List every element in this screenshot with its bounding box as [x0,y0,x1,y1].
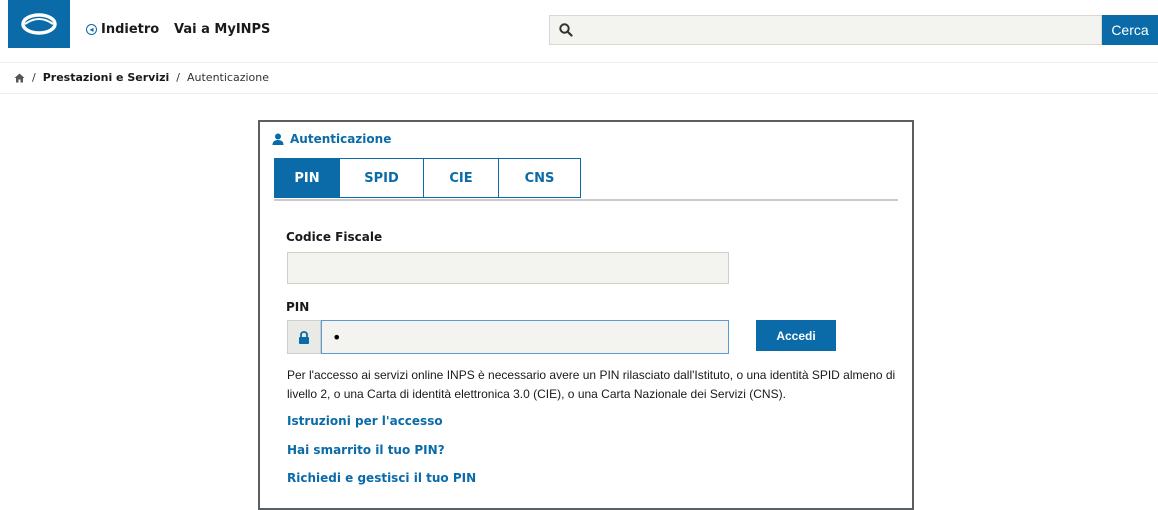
tab-cie[interactable]: CIE [424,158,499,198]
inps-logo[interactable] [8,0,70,48]
auth-title: Autenticazione [272,132,391,146]
auth-tabs: PIN SPID CIE CNS [274,158,581,198]
breadcrumb-separator: / [32,71,36,84]
tab-cns[interactable]: CNS [499,158,581,198]
auth-card: Autenticazione PIN SPID CIE CNS Codice F… [258,120,914,510]
breadcrumb-prestazioni[interactable]: Prestazioni e Servizi [43,71,170,84]
back-link-label: Indietro [101,22,160,37]
breadcrumb-current: Autenticazione [187,71,270,84]
auth-title-label: Autenticazione [290,132,392,146]
accedi-button[interactable]: Accedi [756,320,836,351]
search-button[interactable]: Cerca [1102,15,1158,45]
pin-label: PIN [286,300,310,314]
home-icon[interactable] [14,73,25,83]
codice-fiscale-input[interactable] [287,252,729,284]
lock-icon [299,330,309,344]
auth-info-text: Per l'accesso ai servizi online INPS è n… [287,368,896,401]
search-icon [559,23,573,37]
back-arrow-icon: ◂ [86,24,97,35]
inps-logo-icon [21,13,57,35]
search-input[interactable] [580,16,1099,46]
user-icon [272,133,284,145]
richiedi-pin-link[interactable]: Richiedi e gestisci il tuo PIN [287,471,476,485]
myinps-link[interactable]: Vai a MyINPS [174,22,270,37]
tabs-underline [274,199,898,201]
pin-lock-addon [287,320,321,354]
header-divider [0,62,1158,63]
back-link[interactable]: ◂ Indietro [86,22,159,37]
smarrito-pin-link[interactable]: Hai smarrito il tuo PIN? [287,443,445,457]
header: ◂ Indietro Vai a MyINPS Cerca [0,0,1158,62]
pin-input[interactable] [321,320,729,354]
breadcrumb: / Prestazioni e Servizi / Autenticazione [14,71,269,84]
codice-fiscale-label: Codice Fiscale [286,230,383,244]
breadcrumb-separator: / [176,71,180,84]
tab-pin[interactable]: PIN [274,158,340,198]
breadcrumb-divider [0,93,1158,94]
istruzioni-link[interactable]: Istruzioni per l'accesso [287,414,443,428]
search-box [549,15,1102,46]
tab-spid[interactable]: SPID [340,158,424,198]
